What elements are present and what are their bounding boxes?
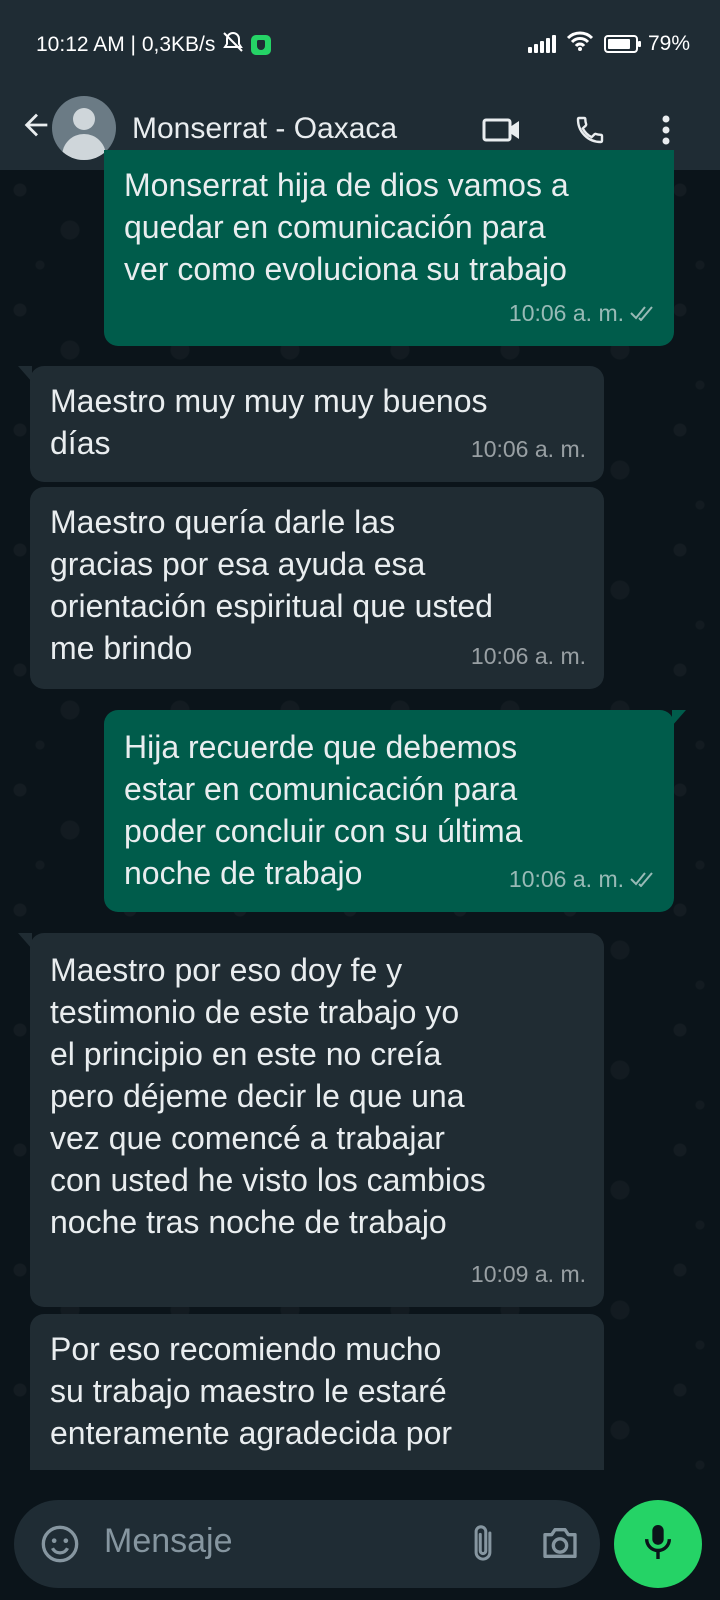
mic-button[interactable] bbox=[614, 1500, 702, 1588]
message-bubble-incoming[interactable]: Maestro quería darle las gracias por esa… bbox=[30, 487, 604, 689]
battery-icon bbox=[603, 35, 641, 53]
camera-icon[interactable] bbox=[540, 1524, 580, 1567]
read-check-icon bbox=[630, 292, 656, 334]
message-time: 10:06 a. m. bbox=[508, 866, 624, 892]
message-bubble-outgoing[interactable]: Hija recuerde que debemos estar en comun… bbox=[104, 710, 686, 912]
message-meta: 10:06 a. m. bbox=[471, 428, 586, 470]
message-line: ver como evoluciona su trabajo bbox=[124, 251, 567, 287]
message-line: Monserrat hija de dios vamos a bbox=[124, 167, 569, 203]
contact-name[interactable]: Monserrat - Oaxaca bbox=[132, 112, 397, 146]
message-time: 10:09 a. m. bbox=[470, 1261, 586, 1287]
status-left: 10:12 AM | 0,3KB/s bbox=[36, 30, 272, 60]
message-time: 10:06 a. m. bbox=[470, 643, 586, 669]
message-meta: 10:06 a. m. bbox=[471, 635, 586, 677]
message-line: enteramente agradecida por bbox=[50, 1415, 453, 1451]
message-bubble-incoming[interactable]: Maestro por eso doy fe y testimonio de e… bbox=[18, 933, 604, 1307]
message-line: poder concluir con su última bbox=[124, 813, 523, 849]
wifi-icon bbox=[566, 30, 594, 58]
message-line: Maestro muy muy muy buenos bbox=[50, 383, 488, 419]
message-bubble-incoming[interactable]: Por eso recomiendo mucho su trabajo maes… bbox=[30, 1314, 604, 1470]
message-line: vez que comencé a trabajar bbox=[50, 1120, 445, 1156]
microphone-icon bbox=[641, 1522, 675, 1567]
message-meta: 10:06 a. m. bbox=[509, 292, 656, 334]
more-options-icon[interactable] bbox=[644, 108, 688, 152]
message-line: estar en comunicación para bbox=[124, 771, 518, 807]
security-shield-icon bbox=[251, 35, 272, 55]
message-line: el principio en este no creía bbox=[50, 1036, 442, 1072]
message-input[interactable]: Mensaje bbox=[104, 1522, 233, 1561]
emoji-icon[interactable] bbox=[40, 1524, 80, 1569]
message-line: su trabajo maestro le estaré bbox=[50, 1373, 447, 1409]
message-meta: 10:09 a. m. bbox=[471, 1253, 586, 1295]
status-bar: 10:12 AM | 0,3KB/s 79% bbox=[0, 0, 720, 90]
message-time: 10:06 a. m. bbox=[508, 300, 624, 326]
message-line: pero déjeme decir le que una bbox=[50, 1078, 465, 1114]
message-line: Maestro quería darle las bbox=[50, 504, 396, 540]
phone-call-icon[interactable] bbox=[568, 108, 612, 152]
attach-paperclip-icon[interactable] bbox=[466, 1522, 500, 1571]
message-bubble-outgoing[interactable]: Monserrat hija de dios vamos a quedar en… bbox=[104, 150, 674, 346]
message-meta: 10:06 a. m. bbox=[509, 858, 656, 900]
signal-icon bbox=[527, 35, 556, 53]
mute-bell-icon bbox=[221, 30, 245, 60]
read-check-icon bbox=[630, 858, 656, 900]
message-line: gracias por esa ayuda esa bbox=[50, 546, 426, 582]
status-right: 79% bbox=[527, 30, 690, 58]
message-line: con usted he visto los cambios bbox=[50, 1162, 486, 1198]
message-line: noche tras noche de trabajo bbox=[50, 1204, 447, 1240]
message-line: testimonio de este trabajo yo bbox=[50, 994, 460, 1030]
message-line: Maestro por eso doy fe y bbox=[50, 952, 403, 988]
message-line: Por eso recomiendo mucho bbox=[50, 1331, 442, 1367]
battery-percent: 79% bbox=[647, 32, 690, 55]
video-call-icon[interactable] bbox=[480, 108, 524, 152]
message-line: Hija recuerde que debemos bbox=[124, 729, 518, 765]
message-input-bar[interactable]: Mensaje bbox=[14, 1500, 600, 1588]
message-line: quedar en comunicación para bbox=[124, 209, 546, 245]
status-time-speed: 10:12 AM | 0,3KB/s bbox=[36, 33, 216, 56]
message-line: orientación espiritual que usted bbox=[50, 588, 493, 624]
message-time: 10:06 a. m. bbox=[470, 436, 586, 462]
message-bubble-incoming[interactable]: Maestro muy muy muy buenos días 10:06 a.… bbox=[18, 366, 604, 482]
